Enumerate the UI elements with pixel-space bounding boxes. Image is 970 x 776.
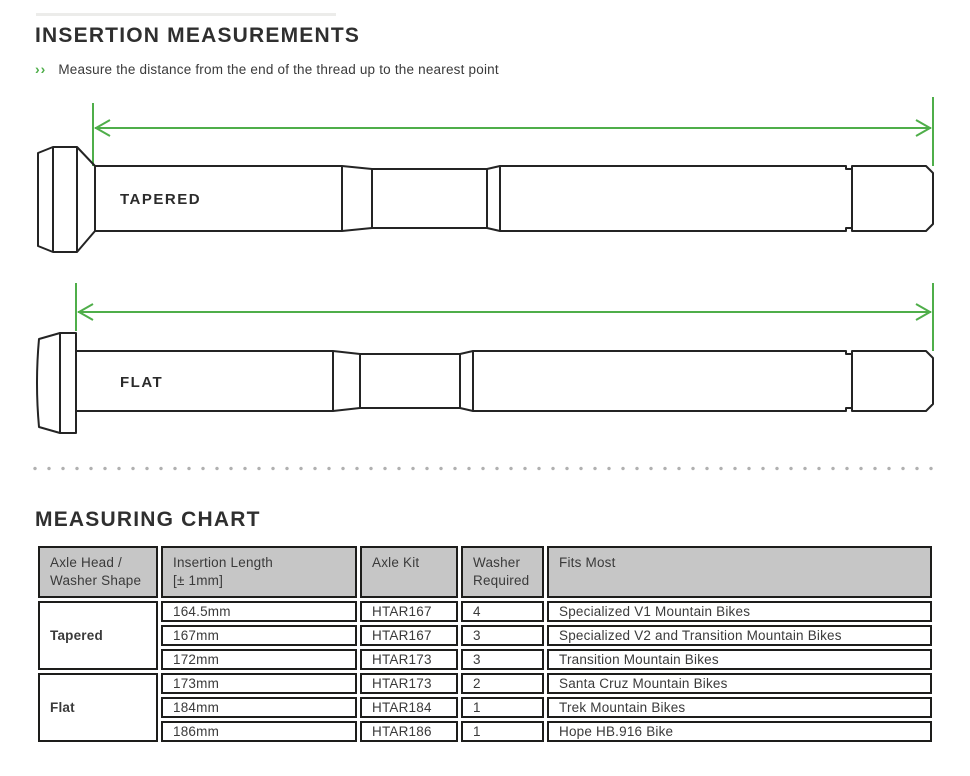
header-line: Insertion Length bbox=[173, 554, 347, 572]
measuring-chart-title: MEASURING CHART bbox=[35, 508, 261, 532]
table-row: Tapered 164.5mm HTAR167 4 Specialized V1… bbox=[38, 601, 932, 622]
table-row: 186mm HTAR186 1 Hope HB.916 Bike bbox=[38, 721, 932, 742]
dotted-divider bbox=[33, 466, 935, 471]
tapered-label: TAPERED bbox=[120, 191, 201, 208]
measuring-chart-table: Axle Head / Washer Shape Insertion Lengt… bbox=[35, 543, 935, 745]
cell-length: 172mm bbox=[161, 649, 357, 670]
header-washer-required: Washer Required bbox=[461, 546, 544, 598]
cell-length: 164.5mm bbox=[161, 601, 357, 622]
page-title: INSERTION MEASUREMENTS bbox=[35, 24, 360, 48]
cell-washers: 4 bbox=[461, 601, 544, 622]
cell-shape-tapered: Tapered bbox=[38, 601, 158, 670]
header-line: Axle Head / bbox=[50, 554, 148, 572]
cell-fits: Santa Cruz Mountain Bikes bbox=[547, 673, 932, 694]
header-row: Axle Head / Washer Shape Insertion Lengt… bbox=[38, 546, 932, 598]
cell-shape-flat: Flat bbox=[38, 673, 158, 742]
cell-kit: HTAR184 bbox=[360, 697, 458, 718]
cell-washers: 3 bbox=[461, 625, 544, 646]
dimension-arrow bbox=[76, 283, 933, 351]
cell-length: 186mm bbox=[161, 721, 357, 742]
header-line: Washer bbox=[473, 554, 534, 572]
table-row: 184mm HTAR184 1 Trek Mountain Bikes bbox=[38, 697, 932, 718]
cell-kit: HTAR167 bbox=[360, 625, 458, 646]
header-fits-most: Fits Most bbox=[547, 546, 932, 598]
page-crop-artifact bbox=[36, 13, 336, 16]
header-line: Washer Shape bbox=[50, 572, 148, 590]
cell-kit: HTAR186 bbox=[360, 721, 458, 742]
cell-kit: HTAR173 bbox=[360, 649, 458, 670]
cell-fits: Specialized V1 Mountain Bikes bbox=[547, 601, 932, 622]
tapered-axle-diagram: TAPERED bbox=[0, 90, 970, 262]
cell-fits: Trek Mountain Bikes bbox=[547, 697, 932, 718]
flat-label: FLAT bbox=[120, 374, 163, 391]
dimension-arrow bbox=[93, 97, 933, 166]
instruction-note: ›› Measure the distance from the end of t… bbox=[35, 61, 499, 77]
header-line: Axle Kit bbox=[372, 554, 448, 572]
header-insertion-length: Insertion Length [± 1mm] bbox=[161, 546, 357, 598]
header-line: Required bbox=[473, 572, 534, 590]
cell-length: 167mm bbox=[161, 625, 357, 646]
table-row: 172mm HTAR173 3 Transition Mountain Bike… bbox=[38, 649, 932, 670]
cell-fits: Hope HB.916 Bike bbox=[547, 721, 932, 742]
cell-kit: HTAR173 bbox=[360, 673, 458, 694]
table-row: Flat 173mm HTAR173 2 Santa Cruz Mountain… bbox=[38, 673, 932, 694]
cell-length: 184mm bbox=[161, 697, 357, 718]
chevrons-icon: ›› bbox=[35, 61, 46, 77]
header-axle-kit: Axle Kit bbox=[360, 546, 458, 598]
cell-washers: 1 bbox=[461, 697, 544, 718]
cell-washers: 2 bbox=[461, 673, 544, 694]
cell-kit: HTAR167 bbox=[360, 601, 458, 622]
header-axle-head: Axle Head / Washer Shape bbox=[38, 546, 158, 598]
cell-fits: Specialized V2 and Transition Mountain B… bbox=[547, 625, 932, 646]
cell-washers: 1 bbox=[461, 721, 544, 742]
instruction-text: Measure the distance from the end of the… bbox=[58, 62, 498, 77]
flat-axle-outline bbox=[37, 333, 933, 433]
cell-length: 173mm bbox=[161, 673, 357, 694]
flat-axle-diagram: FLAT bbox=[0, 275, 970, 455]
header-line: [± 1mm] bbox=[173, 572, 347, 590]
cell-fits: Transition Mountain Bikes bbox=[547, 649, 932, 670]
insertion-measurements-page: INSERTION MEASUREMENTS ›› Measure the dis… bbox=[0, 0, 970, 776]
header-line: Fits Most bbox=[559, 554, 922, 572]
cell-washers: 3 bbox=[461, 649, 544, 670]
table-row: 167mm HTAR167 3 Specialized V2 and Trans… bbox=[38, 625, 932, 646]
